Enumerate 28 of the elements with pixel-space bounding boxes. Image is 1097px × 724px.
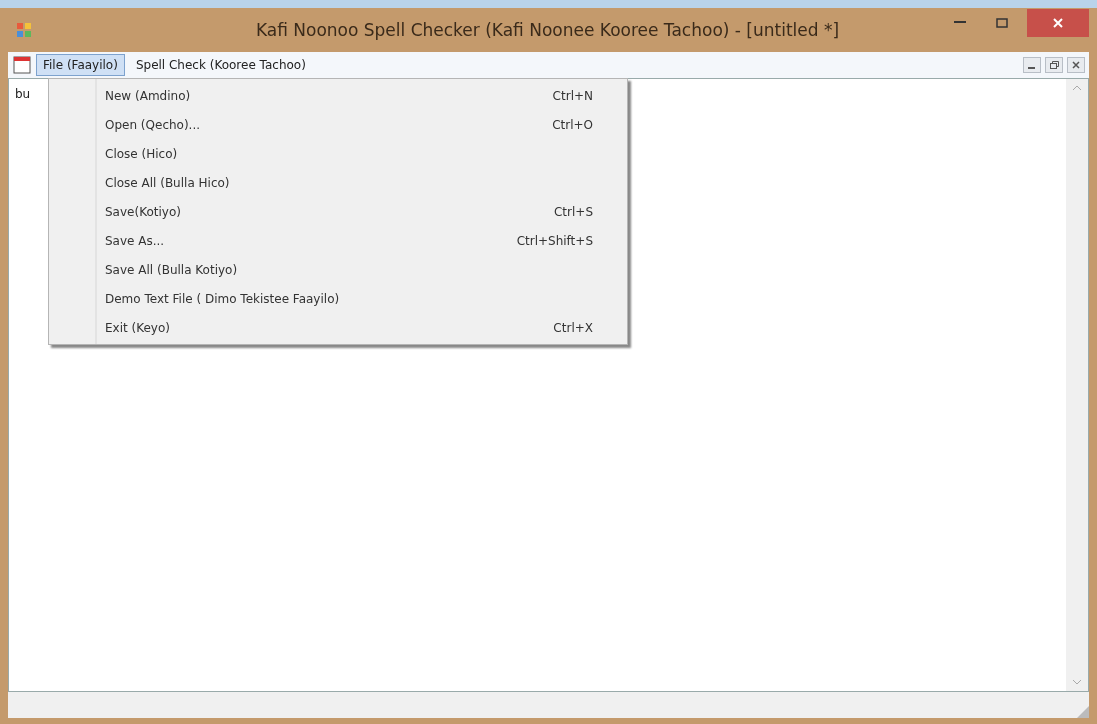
window-title: Kafi Noonoo Spell Checker (Kafi Noonee Kooree Tachoo) - [untitled *]	[254, 20, 841, 40]
close-button[interactable]	[1027, 9, 1089, 37]
scroll-up-icon[interactable]	[1073, 85, 1081, 90]
menu-entry[interactable]: New (Amdino) Ctrl+N	[49, 81, 627, 110]
resize-grip-icon[interactable]	[1077, 706, 1089, 718]
menu-entry[interactable]: Close (Hico)	[49, 139, 627, 168]
menu-item[interactable]: File (Faayilo)	[36, 54, 125, 76]
vertical-scrollbar[interactable]	[1066, 79, 1088, 691]
maximize-icon	[996, 18, 1008, 28]
menu-entry[interactable]: Open (Qecho)... Ctrl+O	[49, 110, 627, 139]
menu-entry[interactable]: Exit (Keyo) Ctrl+X	[49, 313, 627, 342]
scroll-down-icon[interactable]	[1073, 680, 1081, 685]
document-icon	[12, 55, 32, 75]
close-icon	[1053, 18, 1063, 28]
menu-entry[interactable]: Close All (Bulla Hico)	[49, 168, 627, 197]
menu-entry[interactable]: Save All (Bulla Kotiyo)	[49, 255, 627, 284]
menu-entry[interactable]: Save As... Ctrl+Shift+S	[49, 226, 627, 255]
restore-icon	[1049, 61, 1059, 69]
child-minimize-button[interactable]	[1023, 57, 1041, 73]
child-restore-button[interactable]	[1045, 57, 1063, 73]
child-close-button[interactable]	[1067, 57, 1085, 73]
close-icon	[1072, 61, 1080, 69]
menu-entry[interactable]: Demo Text File ( Dimo Tekistee Faayilo)	[49, 284, 627, 313]
document-text: bu	[15, 87, 31, 101]
menu-item[interactable]: Spell Check (Kooree Tachoo)	[128, 54, 313, 76]
app-icon	[16, 22, 32, 38]
menu-entry[interactable]: Save(Kotiyo) Ctrl+S	[49, 197, 627, 226]
minimize-icon	[954, 21, 966, 25]
